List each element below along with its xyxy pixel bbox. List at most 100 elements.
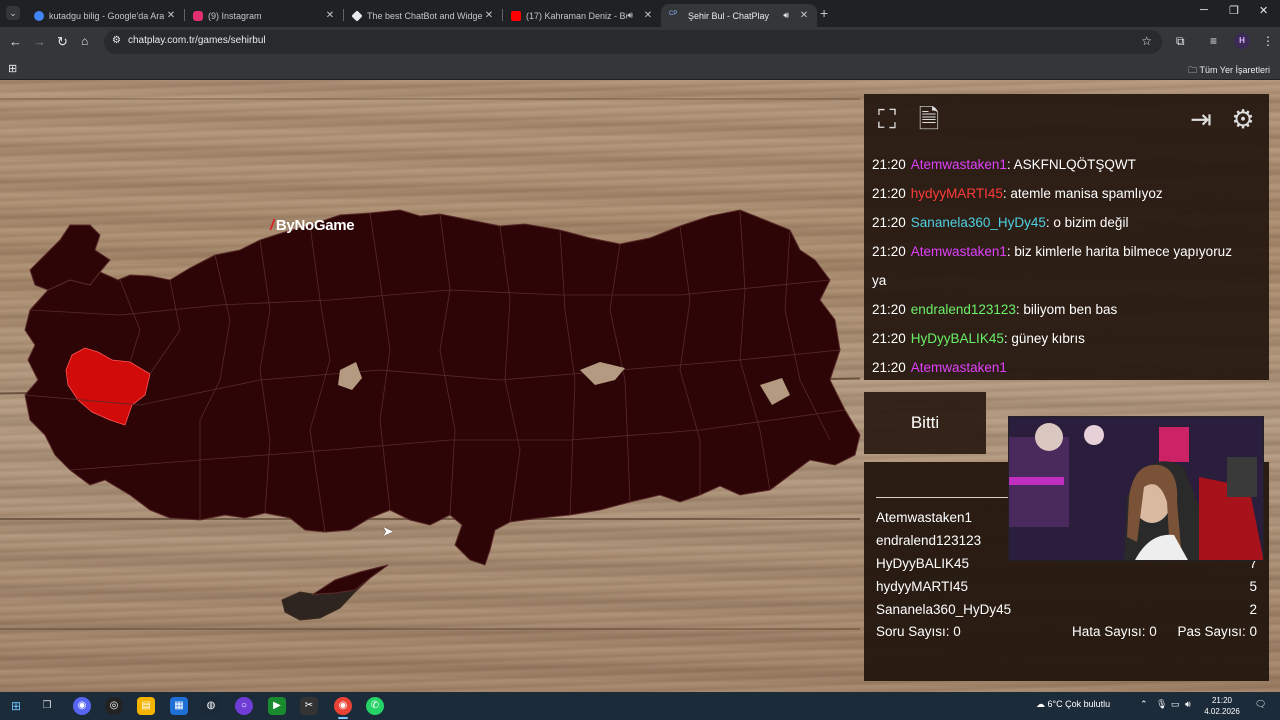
weather-text: 6°C Çok bulutlu [1047, 699, 1111, 709]
tab-title: kutadgu bilig - Google'da Ara [49, 10, 164, 21]
close-tab-icon[interactable]: ✕ [797, 10, 811, 21]
turkey-provinces[interactable] [24, 209, 861, 566]
cyprus-north [311, 564, 389, 596]
steam-icon[interactable]: ◍ [202, 697, 220, 715]
clock-time: 21:20 [1211, 696, 1233, 705]
notes-icon[interactable]: 🗎 [912, 102, 946, 136]
active-app-indicator [338, 717, 348, 719]
notification-icon[interactable]: 🗨 [1255, 699, 1266, 710]
volume-icon[interactable]: 🔊︎ [1185, 699, 1191, 710]
forward-icon[interactable]: → [33, 34, 46, 49]
apps-grid-icon[interactable]: ⊞ [8, 62, 17, 75]
media-app-icon[interactable]: ▶ [268, 697, 286, 715]
tray-chevron-icon[interactable]: ⌃ [1140, 699, 1148, 710]
close-tab-icon[interactable]: ✕ [641, 10, 655, 21]
cloud-icon: ☁ [1036, 699, 1045, 709]
panel-controls: ⛶ 🗎 ⇥ ⚙ [864, 94, 1269, 144]
tab-google-search[interactable]: kutadgu bilig - Google'da Ara ✕ [26, 4, 184, 27]
system-clock[interactable]: 21:20 4.02.2026 [1198, 695, 1246, 717]
chat-message: 21:20 Sananela360_HyDy45: o bizim değil [872, 215, 1129, 230]
address-bar[interactable]: ⚙ chatplay.com.tr/games/sehirbul ☆ [104, 30, 1162, 54]
whatsapp-icon[interactable]: ✆ [366, 697, 384, 715]
speaker-icon[interactable]: 🔊︎ [783, 10, 789, 21]
back-icon[interactable]: ← [9, 34, 22, 49]
media-controls-icon[interactable]: ≡ [1210, 34, 1217, 48]
chat-message: 21:20 Atemwastaken1: biz kimlerle harita … [872, 244, 1232, 259]
question-count: Soru Sayısı: 0 [876, 624, 961, 639]
exit-icon[interactable]: ⇥ [1184, 102, 1218, 136]
close-tab-icon[interactable]: ✕ [164, 10, 178, 21]
pass-count: Pas Sayısı: 0 [1177, 624, 1257, 639]
minimize-icon[interactable]: ─ [1200, 4, 1208, 16]
logo-text: ByNoGame [275, 217, 355, 234]
webcam-figure [1009, 417, 1263, 560]
chat-log[interactable]: 21:20 Atemwastaken1: ASKFNLQÖTŞQWT 21:20 h… [864, 144, 1269, 380]
leaderboard-row: Sananela360_HyDy45 2 [876, 602, 1257, 617]
right-panel: ⛶ 🗎 ⇥ ⚙ 21:20 Atemwastaken1: ASKFNLQÖTŞQW… [864, 94, 1269, 681]
turkey-map[interactable] [0, 180, 870, 650]
tab-strip: ⌄ kutadgu bilig - Google'da Ara ✕ (9) In… [0, 0, 1280, 27]
chat-message-continuation: ya [872, 273, 887, 288]
clock-date: 4.02.2026 [1204, 707, 1240, 716]
close-tab-icon[interactable]: ✕ [482, 10, 496, 21]
chat-message: 21:20 hydyyMARTI45: atemle manisa spamlıy… [872, 186, 1163, 201]
all-bookmarks[interactable]: 🗀 Tüm Yer İşaretleri [1188, 63, 1270, 79]
tab-title: The best ChatBot and Widgets [367, 10, 482, 21]
discord-icon[interactable]: ◉ [73, 697, 91, 715]
home-icon[interactable]: ⌂ [81, 34, 88, 48]
youtube-icon [511, 10, 521, 21]
microsoft-store-icon[interactable]: ▦ [170, 697, 188, 715]
tab-title: (9) Instagram [208, 10, 262, 21]
tab-chatbot-widgets[interactable]: The best ChatBot and Widgets ✕ [344, 4, 502, 27]
chatplay-icon: CP [669, 10, 678, 17]
chat-message: 21:20 endralend123123: biliyom ben bas [872, 302, 1118, 317]
url-text[interactable]: chatplay.com.tr/games/sehirbul [128, 35, 266, 46]
instagram-icon [193, 10, 203, 21]
browser-toolbar: ← → ↻ ⌂ ⚙ chatplay.com.tr/games/sehirbul… [0, 27, 1280, 58]
chrome-icon[interactable]: ◉ [334, 697, 352, 715]
weather-widget[interactable]: ☁ 6°C Çok bulutlu [1036, 699, 1110, 710]
bitti-button[interactable]: Bitti [864, 392, 986, 454]
mouse-cursor-icon: ➤ [382, 523, 394, 539]
network-icon[interactable]: ▭ [1171, 699, 1180, 710]
task-view-icon[interactable]: ❒ [38, 697, 56, 715]
error-count: Hata Sayısı: 0 [1072, 624, 1157, 639]
menu-icon[interactable]: ⋮ [1262, 34, 1274, 48]
tab-search-button[interactable]: ⌄ [6, 6, 20, 20]
tab-instagram[interactable]: (9) Instagram ✕ [185, 4, 343, 27]
leaderboard-row: hydyyMARTI45 5 [876, 579, 1257, 594]
speaker-icon[interactable]: 🔊︎ [627, 10, 633, 21]
fullscreen-icon[interactable]: ⛶ [870, 102, 904, 136]
windows-taskbar: ⊞ ❒ ◉ ◎ ▤ ▦ ◍ ○ ▶ ✂ ◉ ✆ ☁ 6°C Çok bulutl… [0, 692, 1280, 720]
obs-icon[interactable]: ◎ [105, 697, 123, 715]
close-window-icon[interactable]: ✕ [1259, 4, 1268, 17]
bookmarks-bar: ⊞ 🗀 Tüm Yer İşaretleri [0, 58, 1280, 80]
tab-sehir-bul[interactable]: CP Şehir Bul - ChatPlay 🔊︎ ✕ [661, 4, 817, 27]
ring-app-icon[interactable]: ○ [235, 697, 253, 715]
restore-icon[interactable]: ❐ [1229, 4, 1239, 17]
webcam-overlay [1008, 416, 1264, 561]
bynogame-logo: / ByNoGame [270, 217, 355, 234]
profile-avatar[interactable]: H [1234, 33, 1250, 49]
tab-title: Şehir Bul - ChatPlay [688, 10, 770, 21]
logo-slash: / [270, 217, 274, 234]
chat-message: 21:20 Atemwastaken1: ASKFNLQÖTŞQWT [872, 157, 1136, 172]
extensions-icon[interactable]: ⧉ [1176, 34, 1185, 49]
file-explorer-icon[interactable]: ▤ [137, 697, 155, 715]
microphone-icon[interactable]: 🎙︎ [1156, 699, 1167, 710]
tab-title: (17) Kahraman Deniz - Böyl [526, 10, 628, 21]
windows-start-icon[interactable]: ⊞ [7, 697, 25, 715]
new-tab-button[interactable]: + [820, 5, 828, 21]
chat-message: 21:20 HyDyyBALIK45: güney kıbrıs [872, 331, 1085, 346]
folder-icon: 🗀 [1188, 65, 1198, 75]
reload-icon[interactable]: ↻ [57, 34, 68, 50]
diamond-icon [351, 9, 363, 22]
close-tab-icon[interactable]: ✕ [323, 10, 337, 21]
site-info-icon[interactable]: ⚙ [112, 35, 121, 46]
tab-youtube[interactable]: (17) Kahraman Deniz - Böyl 🔊︎ ✕ [503, 4, 661, 27]
google-icon [34, 10, 44, 21]
settings-gear-icon[interactable]: ⚙ [1226, 102, 1260, 136]
bookmark-star-icon[interactable]: ☆ [1141, 34, 1152, 48]
capcut-icon[interactable]: ✂ [300, 697, 318, 715]
chat-message: 21:20 Atemwastaken1 [872, 360, 1007, 375]
